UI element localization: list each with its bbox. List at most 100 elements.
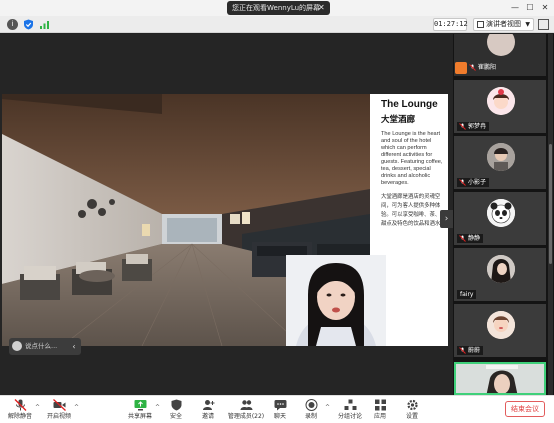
slide-body-cn-line: 甜点及特色的饮品和酒水: [381, 221, 441, 227]
user-icon: [455, 62, 467, 74]
participant-name: 静静: [468, 235, 481, 242]
participant-name-tag: 崔鹏阳: [467, 63, 499, 72]
meeting-info-bar: i 01:27:12 演讲者视图 ▼: [0, 16, 554, 33]
grid-view-icon: [477, 21, 484, 28]
video-off-icon: [52, 399, 66, 411]
fullscreen-icon[interactable]: [538, 19, 549, 30]
participant-name-tag: 郭梦冉: [457, 122, 490, 131]
shield-icon[interactable]: [23, 19, 34, 30]
invite-button[interactable]: 邀请: [198, 399, 218, 423]
breakout-rooms-label: 分组讨论: [337, 413, 362, 420]
screen-share-title-text: 您正在观看WennyLu的屏幕: [232, 4, 321, 12]
participant-name-tag: 小影子: [457, 178, 490, 187]
mic-muted-icon: [459, 347, 466, 354]
participant-name-tag: fairy: [457, 290, 477, 299]
settings-label: 设置: [405, 413, 418, 420]
shared-screen-area: The Lounge 大堂酒廊 The Lounge is the heart …: [0, 34, 453, 395]
participant-tile[interactable]: 小影子: [454, 136, 546, 189]
participant-avatar: [487, 87, 515, 115]
signal-bars-icon[interactable]: [39, 19, 50, 30]
participants-icon: [240, 400, 252, 410]
slide-title-cn: 大堂酒廊: [381, 115, 416, 125]
end-meeting-button[interactable]: 结束会议: [505, 401, 545, 417]
chat-label: 聊天: [273, 413, 286, 420]
participant-name-tag: 静静: [457, 234, 484, 243]
mic-muted-icon: [459, 179, 466, 186]
chat-button[interactable]: 聊天: [272, 399, 288, 423]
security-label: 安全: [169, 413, 182, 420]
gear-icon: [406, 399, 418, 411]
breakout-rooms-button[interactable]: 分组讨论: [337, 399, 363, 423]
breakout-rooms-icon: [344, 399, 356, 410]
security-button[interactable]: 安全: [166, 399, 186, 423]
title-bar: 您正在观看WennyLu的屏幕 ✕ — ☐ ✕: [0, 0, 554, 16]
slide-body-cn-line: 验。可以享受咖啡、茶、: [381, 212, 441, 218]
mic-muted-icon: [14, 399, 26, 411]
mic-muted-icon: [459, 123, 466, 130]
next-arrow-icon[interactable]: ›: [440, 210, 453, 228]
slide-body-cn-line: 间，可为客人提供多种体: [381, 203, 441, 209]
participant-avatar: [487, 311, 515, 339]
screen-share-title[interactable]: 您正在观看WennyLu的屏幕 ✕: [227, 1, 330, 15]
participant-name: 小影子: [468, 179, 487, 186]
invite-label: 邀请: [201, 413, 214, 420]
chat-icon: [274, 400, 286, 411]
chat-placeholder: 说点什么...: [25, 342, 58, 350]
participant-name: 蔚蔚: [468, 347, 481, 354]
chevron-up-icon[interactable]: ^: [325, 404, 330, 411]
meeting-timer: 01:27:12: [433, 18, 468, 31]
participant-name: 崔鹏阳: [478, 64, 497, 71]
gallery-scrollbar[interactable]: [548, 34, 553, 395]
unmute-button[interactable]: 解除静音: [6, 399, 34, 423]
share-screen-label: 共享屏幕: [127, 413, 152, 420]
chevron-down-icon: ▼: [525, 21, 530, 28]
slide-title: The Lounge: [381, 99, 438, 110]
minimize-icon[interactable]: —: [508, 2, 522, 14]
shield-icon: [171, 399, 181, 411]
participants-label: 管理成员(22): [227, 413, 265, 420]
slide-body-cn: 大堂酒廊是酒店的灵魂空 间，可为客人提供多种体 验。可以享受咖啡、茶、 甜点及特…: [381, 193, 445, 229]
chevron-up-icon[interactable]: ^: [74, 404, 79, 411]
meeting-toolbar: 解除静音 ^ 开启视频 ^ 共享屏幕 ^ 安全 邀请 管理成员(22) 聊天 录…: [0, 395, 554, 423]
settings-button[interactable]: 设置: [403, 399, 421, 423]
record-label: 录制: [304, 413, 317, 420]
record-button[interactable]: 录制: [302, 399, 320, 423]
participant-avatar: [487, 34, 515, 56]
invite-icon: [202, 400, 214, 410]
slide-body-en: The Lounge is the heart and soul of the …: [381, 131, 443, 186]
chevron-up-icon[interactable]: ^: [155, 404, 160, 411]
chevron-up-icon[interactable]: ^: [35, 404, 40, 411]
participant-gallery: 崔鹏阳 郭梦冉 小影子 静静 fairy 蔚蔚: [453, 34, 554, 395]
participant-tile[interactable]: fairy: [454, 248, 546, 301]
gallery-scroll-thumb[interactable]: [549, 144, 552, 264]
participant-avatar: [487, 143, 515, 171]
mic-muted-icon: [459, 235, 466, 242]
participant-name: 郭梦冉: [468, 123, 487, 130]
view-mode-button[interactable]: 演讲者视图 ▼: [473, 18, 534, 31]
participant-name: fairy: [460, 291, 474, 298]
chevron-left-icon[interactable]: ‹: [67, 338, 81, 355]
apps-button[interactable]: 应用: [372, 399, 388, 423]
record-icon: [305, 399, 317, 411]
mic-muted-icon: [469, 64, 476, 71]
start-video-button[interactable]: 开启视频: [45, 399, 73, 423]
close-share-view-icon[interactable]: ✕: [318, 1, 326, 15]
apps-label: 应用: [373, 413, 386, 420]
close-window-icon[interactable]: ✕: [538, 2, 552, 14]
zoom-meeting-window: 您正在观看WennyLu的屏幕 ✕ — ☐ ✕ i 01:27:12 演讲者视图…: [0, 0, 554, 423]
maximize-icon[interactable]: ☐: [523, 2, 537, 14]
view-mode-label: 演讲者视图: [486, 20, 521, 28]
participant-avatar: [487, 199, 515, 227]
share-screen-button[interactable]: 共享屏幕: [126, 399, 154, 423]
info-icon[interactable]: i: [7, 19, 18, 30]
start-video-label: 开启视频: [46, 413, 71, 420]
participant-tile[interactable]: 蔚蔚: [454, 304, 546, 357]
participants-button[interactable]: 管理成员(22): [226, 399, 266, 423]
participant-tile[interactable]: 郭梦冉: [454, 80, 546, 133]
apps-icon: [374, 399, 386, 411]
participant-tile-active[interactable]: [454, 362, 546, 395]
participant-tile[interactable]: 静静: [454, 192, 546, 245]
presenter-video: [286, 255, 386, 346]
participant-name-tag: 蔚蔚: [457, 346, 484, 355]
emoji-icon[interactable]: [12, 341, 22, 351]
